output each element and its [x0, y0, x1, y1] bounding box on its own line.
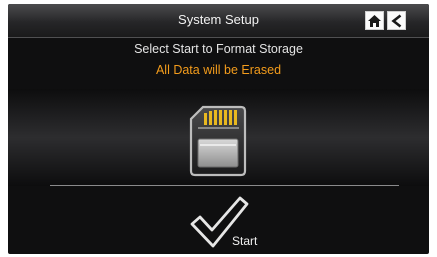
- start-label: Start: [232, 234, 258, 248]
- home-icon: [368, 14, 381, 27]
- divider-line: [50, 185, 399, 186]
- title-bar: System Setup: [8, 4, 429, 38]
- start-button[interactable]: Start: [190, 194, 270, 252]
- back-arrow-icon: [390, 13, 401, 28]
- format-instruction-text: Select Start to Format Storage: [134, 42, 303, 56]
- format-storage-screen: System Setup Select Start to Format Stor…: [8, 4, 429, 254]
- sd-card-icon: [189, 105, 247, 177]
- home-button[interactable]: [365, 11, 384, 30]
- data-erase-warning: All Data will be Erased: [155, 63, 282, 77]
- back-button[interactable]: [387, 11, 406, 30]
